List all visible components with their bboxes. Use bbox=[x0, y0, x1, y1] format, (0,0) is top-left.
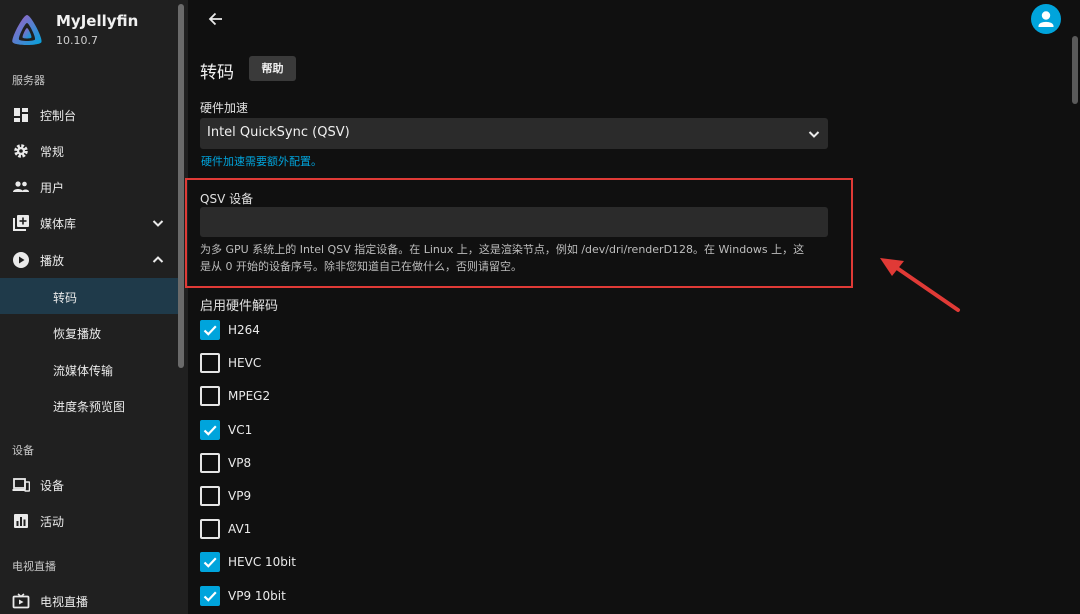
check-icon bbox=[203, 325, 217, 336]
checkbox-unchecked[interactable] bbox=[200, 519, 220, 539]
sidebar-item-devices[interactable]: 设备 bbox=[0, 467, 178, 503]
sidebar-item-label: 活动 bbox=[40, 515, 65, 529]
qsv-device-label: QSV 设备 bbox=[200, 192, 254, 206]
gear-icon bbox=[14, 144, 28, 158]
devices-icon bbox=[12, 478, 30, 492]
qsv-desc-line-2: 是从 0 开始的设备序号。除非您知道自己在做什么，否则请留空。 bbox=[200, 260, 522, 273]
sidebar-item-label: 控制台 bbox=[40, 109, 77, 123]
help-button[interactable]: 帮助 bbox=[249, 56, 296, 81]
qsv-desc-line-1: 为多 GPU 系统上的 Intel QSV 指定设备。在 Linux 上，这是渲… bbox=[200, 243, 805, 256]
activity-chart-icon bbox=[14, 514, 28, 528]
sidebar-item-users[interactable]: 用户 bbox=[0, 169, 178, 205]
hw-accel-select[interactable]: Intel QuickSync (QSV) bbox=[200, 118, 828, 149]
page-title: 转码 bbox=[200, 63, 234, 83]
main-content: 转码 帮助 硬件加速 Intel QuickSync (QSV) 硬件加速需要额… bbox=[185, 0, 1080, 614]
hw-decode-label: 启用硬件解码 bbox=[200, 299, 279, 314]
check-icon bbox=[203, 425, 217, 436]
sidebar-item-label: 电视直播 bbox=[40, 595, 89, 609]
checkbox-unchecked[interactable] bbox=[200, 453, 220, 473]
live-tv-icon bbox=[12, 593, 30, 609]
codec-label: AV1 bbox=[228, 522, 252, 536]
sidebar-item-streaming[interactable]: 流媒体传输 bbox=[0, 351, 178, 387]
main-scrollbar[interactable] bbox=[1072, 36, 1078, 104]
sidebar-item-resume[interactable]: 恢复播放 bbox=[0, 314, 178, 350]
codec-label: HEVC bbox=[228, 356, 262, 370]
sidebar-item-playback[interactable]: 播放 bbox=[0, 242, 178, 278]
sidebar-item-activity[interactable]: 活动 bbox=[0, 503, 178, 539]
section-livetv: 电视直播 bbox=[12, 560, 56, 573]
codec-label: MPEG2 bbox=[228, 389, 271, 403]
sidebar-item-trickplay[interactable]: 进度条预览图 bbox=[0, 387, 178, 423]
user-avatar-button[interactable] bbox=[1031, 4, 1061, 34]
checkbox-unchecked[interactable] bbox=[200, 353, 220, 373]
dashboard-icon bbox=[14, 108, 28, 122]
chevron-down-icon bbox=[808, 131, 820, 138]
hw-accel-label: 硬件加速 bbox=[200, 101, 249, 115]
sidebar-item-label: 进度条预览图 bbox=[53, 400, 126, 414]
sidebar-item-label: 流媒体传输 bbox=[53, 364, 114, 378]
section-server: 服务器 bbox=[12, 74, 45, 87]
chevron-up-icon bbox=[152, 256, 164, 263]
codec-label: HEVC 10bit bbox=[228, 555, 296, 569]
codec-label: VP8 bbox=[228, 456, 252, 470]
person-icon bbox=[1038, 11, 1054, 27]
checkbox-unchecked[interactable] bbox=[200, 386, 220, 406]
sidebar-item-label: 媒体库 bbox=[40, 217, 77, 231]
qsv-device-description: 为多 GPU 系统上的 Intel QSV 指定设备。在 Linux 上，这是渲… bbox=[200, 241, 828, 275]
play-circle-icon bbox=[13, 252, 29, 268]
checkbox-checked[interactable] bbox=[200, 420, 220, 440]
sidebar-item-transcoding[interactable]: 转码 bbox=[0, 278, 178, 314]
back-arrow-icon[interactable] bbox=[206, 9, 226, 29]
sidebar-item-label: 播放 bbox=[40, 254, 65, 268]
app-root: MyJellyfin 10.10.7 服务器 控制台 常规 用户 媒体库 播放 … bbox=[0, 0, 1080, 614]
codec-label: VP9 bbox=[228, 489, 252, 503]
chevron-down-icon bbox=[152, 220, 164, 227]
sidebar-item-livetv[interactable]: 电视直播 bbox=[0, 583, 178, 614]
sidebar-item-label: 设备 bbox=[40, 479, 65, 493]
checkbox-checked[interactable] bbox=[200, 586, 220, 606]
sidebar-item-label: 用户 bbox=[40, 181, 65, 195]
check-icon bbox=[203, 557, 217, 568]
qsv-device-input[interactable] bbox=[200, 207, 828, 237]
app-name: MyJellyfin bbox=[56, 12, 139, 30]
checkbox-checked[interactable] bbox=[200, 552, 220, 572]
codec-label: VC1 bbox=[228, 423, 253, 437]
library-add-icon bbox=[13, 215, 29, 231]
users-icon bbox=[13, 181, 29, 192]
hw-accel-config-link[interactable]: 硬件加速需要额外配置。 bbox=[201, 153, 322, 169]
red-arrow-annotation-icon bbox=[880, 258, 960, 312]
app-version: 10.10.7 bbox=[56, 34, 98, 47]
section-devices: 设备 bbox=[12, 444, 34, 457]
sidebar-item-label: 转码 bbox=[53, 291, 78, 305]
sidebar-item-libraries[interactable]: 媒体库 bbox=[0, 205, 178, 241]
sidebar-item-label: 常规 bbox=[40, 145, 65, 159]
checkbox-unchecked[interactable] bbox=[200, 486, 220, 506]
sidebar-item-general[interactable]: 常规 bbox=[0, 133, 178, 169]
sidebar-item-dashboard[interactable]: 控制台 bbox=[0, 97, 178, 133]
jellyfin-logo-icon bbox=[12, 15, 42, 45]
sidebar-scrollbar[interactable] bbox=[178, 4, 184, 368]
checkbox-checked[interactable] bbox=[200, 320, 220, 340]
codec-label: VP9 10bit bbox=[228, 589, 286, 603]
hw-accel-selected-value: Intel QuickSync (QSV) bbox=[207, 125, 350, 140]
sidebar-item-label: 恢复播放 bbox=[53, 327, 102, 341]
sidebar: MyJellyfin 10.10.7 服务器 控制台 常规 用户 媒体库 播放 … bbox=[0, 0, 188, 614]
check-icon bbox=[203, 591, 217, 602]
codec-label: H264 bbox=[228, 323, 260, 337]
